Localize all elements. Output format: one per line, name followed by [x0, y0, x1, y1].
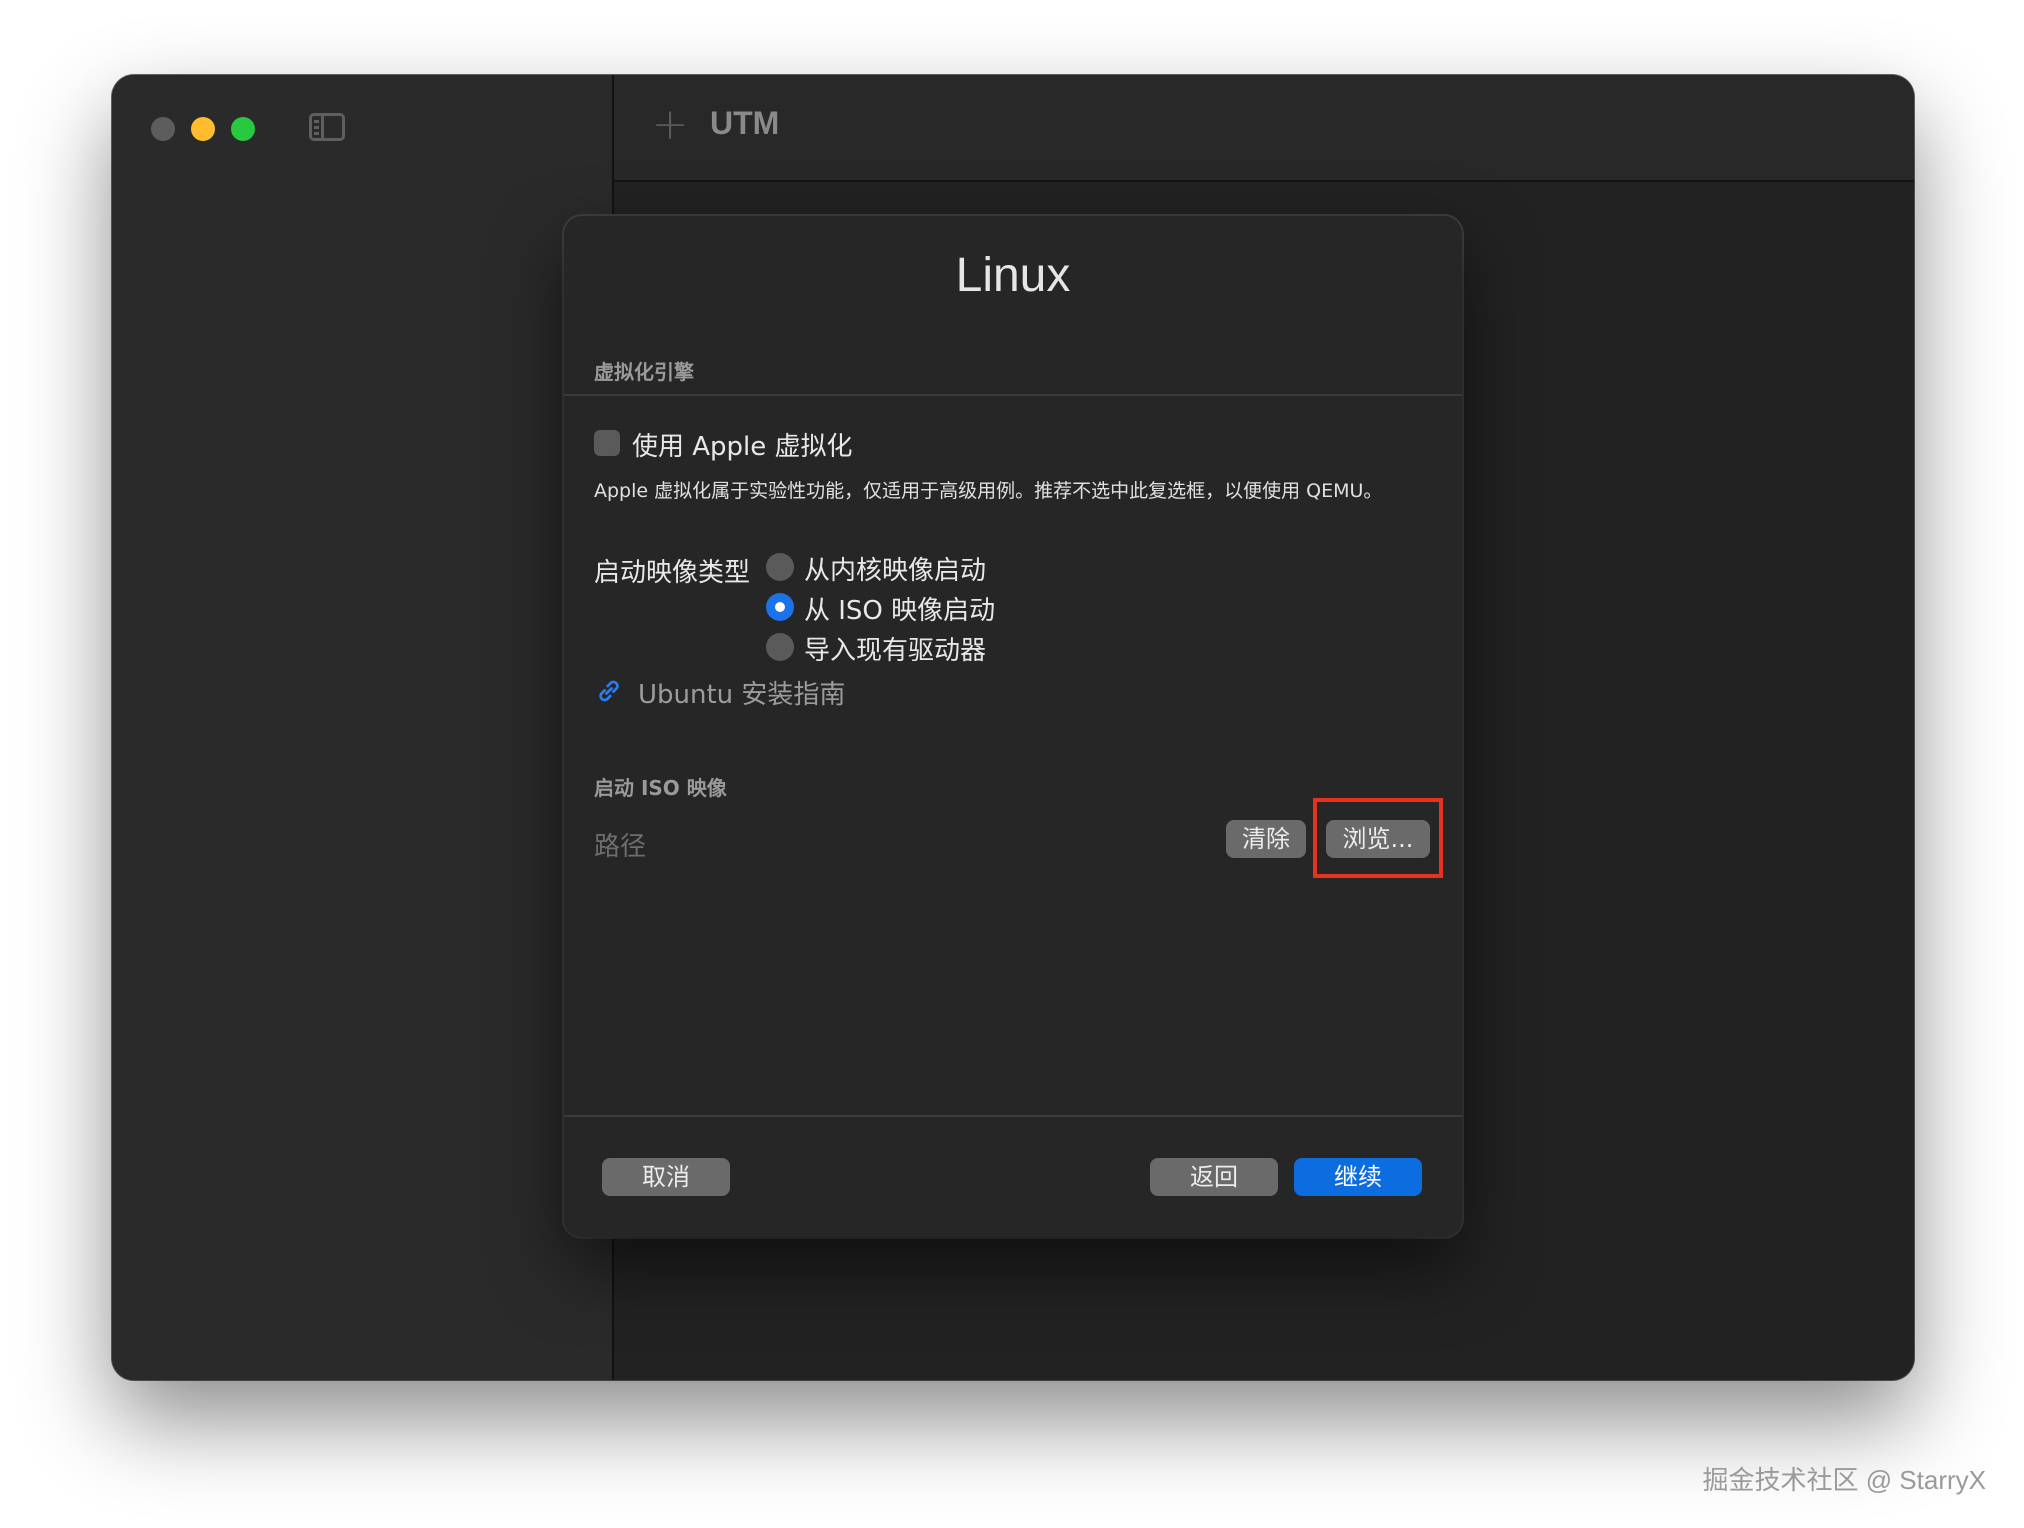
close-window-button[interactable] — [151, 117, 175, 141]
radio-iso-image[interactable] — [766, 593, 794, 621]
toolbar: + UTM — [614, 75, 1914, 182]
iso-path-field[interactable]: 路径 — [594, 826, 646, 863]
clear-button[interactable]: 清除 — [1226, 820, 1306, 858]
radio-import-drive[interactable] — [766, 633, 794, 661]
radio-import-drive-label[interactable]: 导入现有驱动器 — [804, 630, 986, 667]
apple-virtualization-label[interactable]: 使用 Apple 虚拟化 — [632, 426, 853, 463]
section-divider — [564, 394, 1462, 396]
watermark: 掘金技术社区 @ StarryX — [1702, 1465, 1986, 1495]
maximize-window-button[interactable] — [231, 117, 255, 141]
window-title: UTM — [710, 105, 780, 141]
browse-highlight-box — [1313, 798, 1443, 878]
add-vm-button[interactable]: + — [650, 101, 690, 149]
iso-section-header: 启动 ISO 映像 — [594, 776, 727, 800]
sidebar — [112, 75, 614, 1380]
minimize-window-button[interactable] — [191, 117, 215, 141]
boot-type-label: 启动映像类型 — [594, 558, 751, 588]
linux-setup-dialog: Linux 虚拟化引擎 使用 Apple 虚拟化 Apple 虚拟化属于实验性功… — [564, 216, 1462, 1237]
cancel-button[interactable]: 取消 — [602, 1158, 730, 1196]
radio-kernel-image-label[interactable]: 从内核映像启动 — [804, 550, 986, 587]
radio-iso-image-label[interactable]: 从 ISO 映像启动 — [804, 590, 995, 627]
ubuntu-guide-link[interactable]: Ubuntu 安装指南 — [638, 674, 845, 711]
continue-button[interactable]: 继续 — [1294, 1158, 1422, 1196]
sidebar-toggle-icon[interactable] — [309, 113, 345, 141]
engine-section-header: 虚拟化引擎 — [594, 360, 694, 384]
apple-virtualization-checkbox[interactable] — [594, 430, 620, 456]
back-button[interactable]: 返回 — [1150, 1158, 1278, 1196]
link-icon — [599, 680, 619, 702]
apple-virtualization-note: Apple 虚拟化属于实验性功能，仅适用于高级用例。推荐不选中此复选框，以便使用… — [594, 480, 1383, 502]
dialog-title: Linux — [955, 249, 1071, 302]
radio-kernel-image[interactable] — [766, 553, 794, 581]
footer-divider — [564, 1115, 1462, 1117]
